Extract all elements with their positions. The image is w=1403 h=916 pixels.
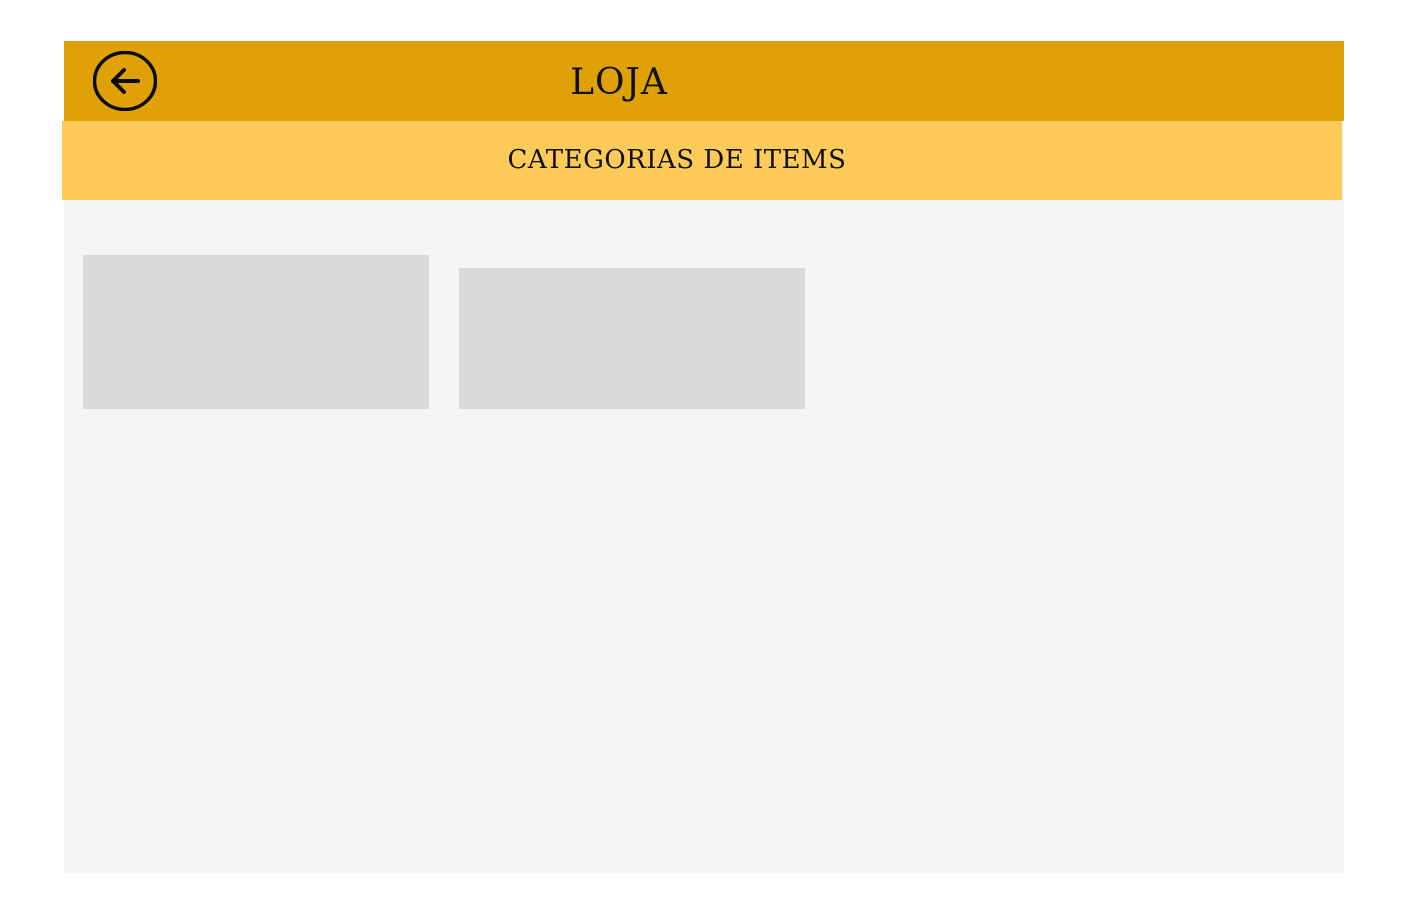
- page-title: LOJA: [570, 62, 668, 103]
- top-bar: LOJA: [64, 41, 1344, 121]
- store-screen: LOJA CATEGORIAS DE ITEMS: [62, 41, 1344, 873]
- category-card[interactable]: [83, 255, 429, 409]
- section-header: CATEGORIAS DE ITEMS: [62, 121, 1342, 200]
- category-card[interactable]: [459, 268, 805, 409]
- section-title: CATEGORIAS DE ITEMS: [507, 145, 847, 175]
